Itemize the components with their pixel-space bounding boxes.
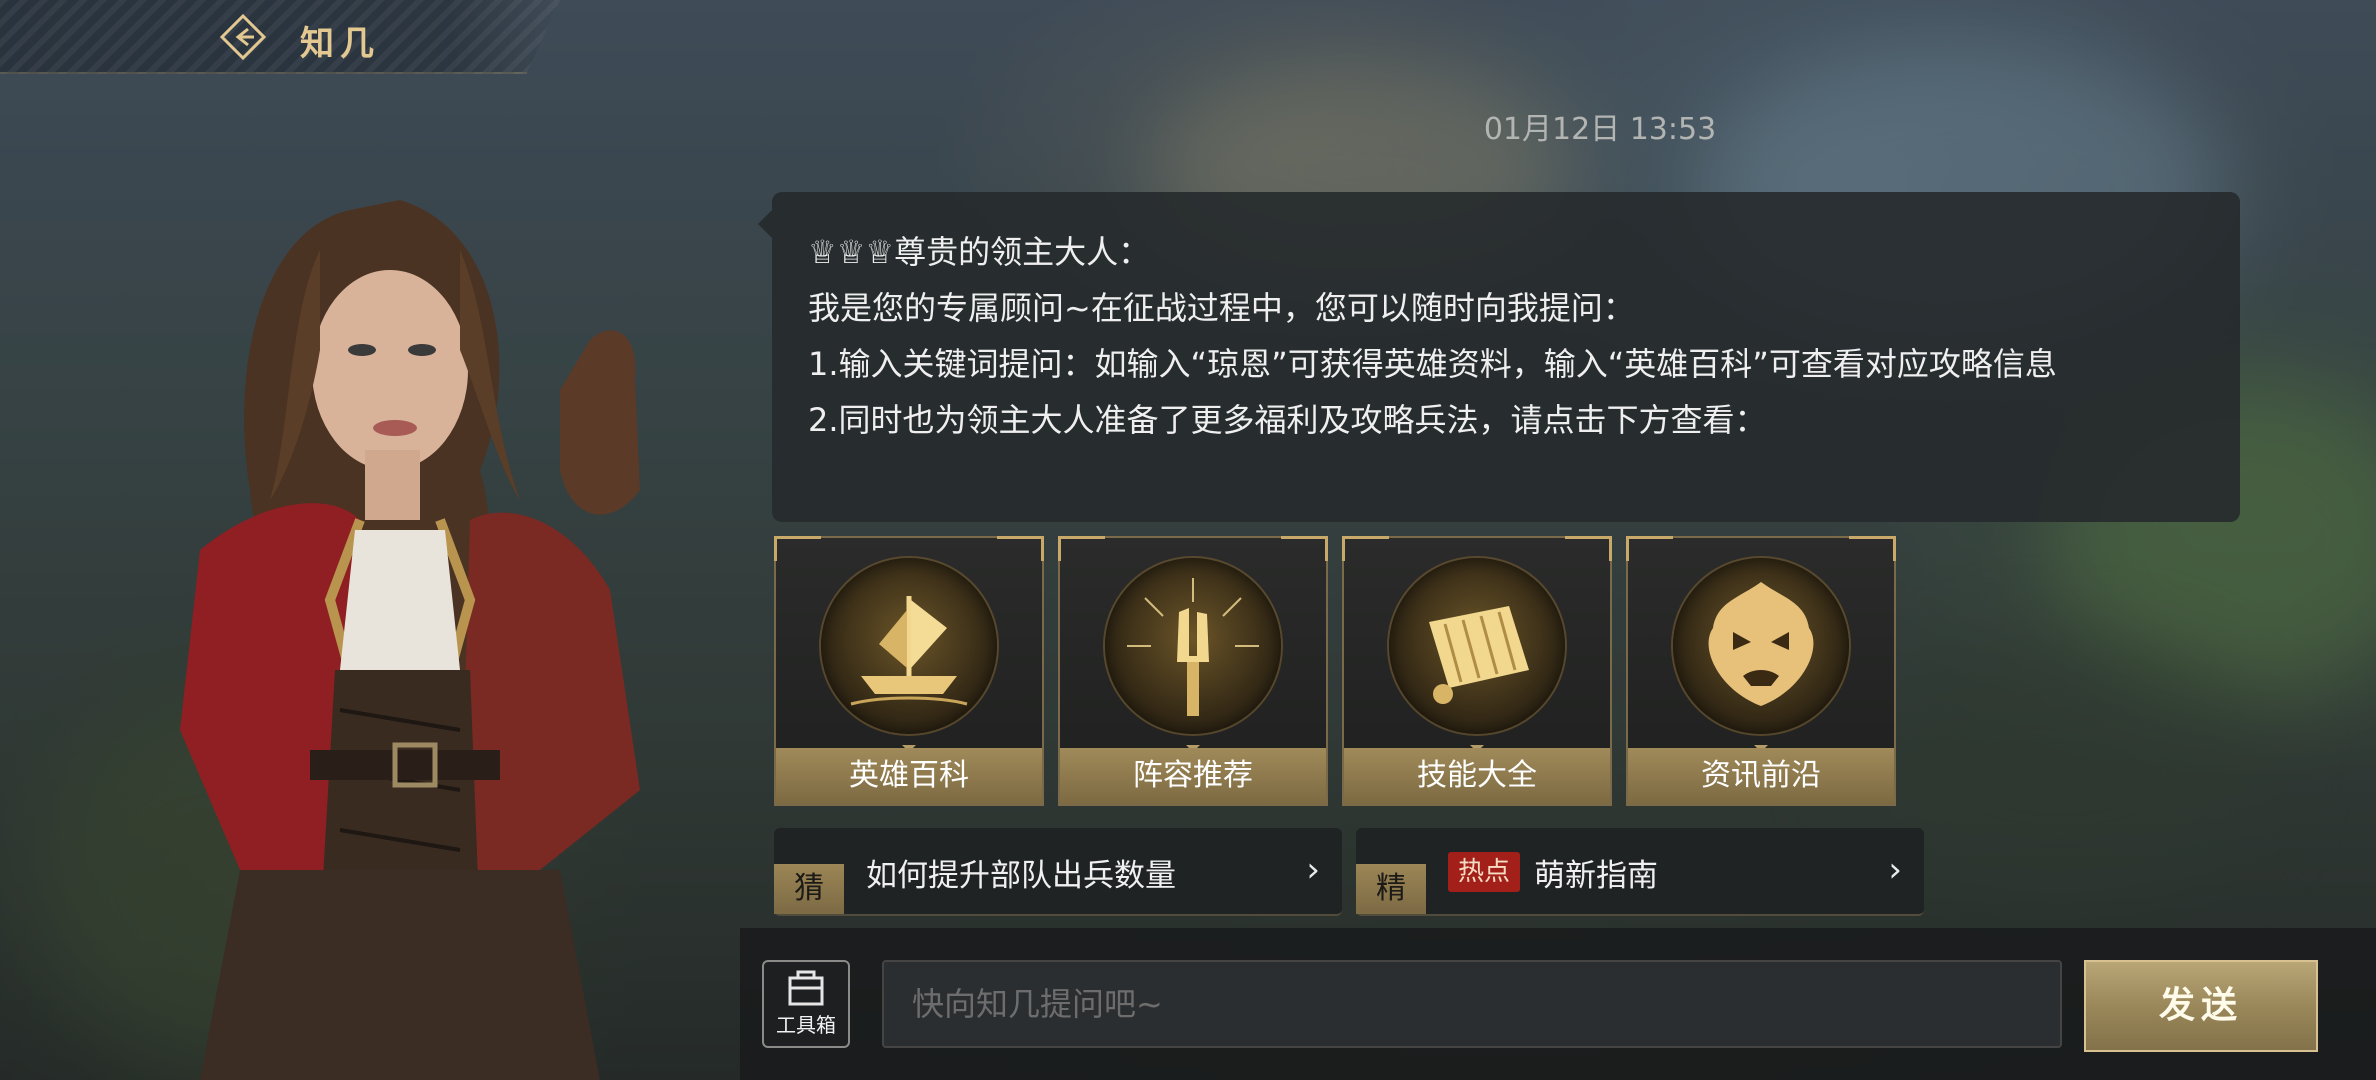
card-lineup-recommendation[interactable]: 阵容推荐 [1058, 536, 1328, 806]
message-timestamp: 01月12日 13:53 [1483, 112, 1717, 147]
top-header: 知几 [0, 0, 560, 74]
send-button[interactable]: 发送 [2084, 960, 2318, 1052]
card-label: 资讯前沿 [1628, 748, 1894, 804]
fire-mask-icon [1673, 558, 1849, 734]
message-line-keyword: 1.输入关键词提问：如输入“琼恩”可获得英雄资料，输入“英雄百科”可查看对应攻略… [808, 345, 2057, 383]
scroll-icon [1389, 558, 1565, 734]
card-skill-compendium[interactable]: 技能大全 [1342, 536, 1612, 806]
chevron-right-icon: › [1888, 850, 1902, 890]
back-button[interactable] [218, 12, 268, 62]
message-line-benefits: 2.同时也为领主大人准备了更多福利及攻略兵法，请点击下方查看： [808, 401, 1767, 439]
card-news-frontier[interactable]: 资讯前沿 [1626, 536, 1896, 806]
page-title: 知几 [300, 24, 380, 64]
back-arrow-icon [219, 13, 267, 61]
hot-badge: 热点 [1448, 852, 1521, 892]
card-hero-encyclopedia[interactable]: 英雄百科 [774, 536, 1044, 806]
message-greeting: ♕♕♕尊贵的领主大人： [808, 233, 1151, 271]
question-input[interactable] [882, 960, 2062, 1048]
feature-card-row: 英雄百科 阵容推荐 技能大全 资讯前沿 [774, 536, 1904, 806]
suggestion-chip-guess[interactable]: 猜 如何提升部队出兵数量 › [774, 828, 1342, 916]
torch-hand-icon [1105, 558, 1281, 734]
suggestion-text: 萌新指南 [1534, 858, 1658, 894]
toolbox-button[interactable]: 工具箱 [762, 960, 850, 1048]
suggestion-text: 如何提升部队出兵数量 [866, 858, 1176, 894]
chevron-right-icon: › [1306, 850, 1320, 890]
suggestion-chip-featured[interactable]: 精 热点 萌新指南 › [1356, 828, 1924, 916]
card-label: 英雄百科 [776, 748, 1042, 804]
advisor-portrait [180, 200, 640, 1080]
suggestion-tag: 精 [1356, 864, 1426, 914]
suggestion-tag: 猜 [774, 864, 844, 914]
card-label: 技能大全 [1344, 748, 1610, 804]
message-line-intro: 我是您的专属顾问~在征战过程中，您可以随时向我提问： [808, 289, 1635, 327]
toolbox-label: 工具箱 [776, 1013, 836, 1037]
card-label: 阵容推荐 [1060, 748, 1326, 804]
advisor-message-bubble: ♕♕♕尊贵的领主大人： 我是您的专属顾问~在征战过程中，您可以随时向我提问： 1… [758, 192, 2240, 522]
ship-icon [821, 558, 997, 734]
